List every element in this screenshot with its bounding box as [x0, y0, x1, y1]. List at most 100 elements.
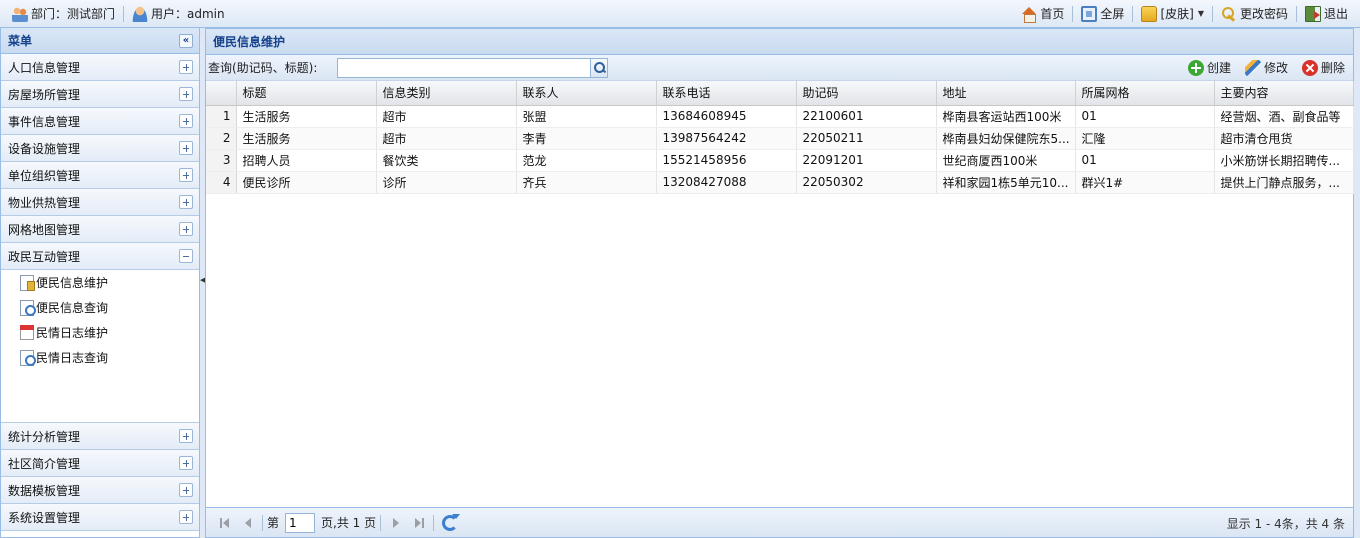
change-password-button[interactable]: 更改密码: [1215, 0, 1294, 27]
query-input[interactable]: [337, 57, 592, 78]
refresh-icon[interactable]: [442, 513, 461, 531]
menu-group-label: 网格地图管理: [8, 222, 81, 237]
table-cell: 超市: [376, 127, 517, 150]
menu-header: 菜单 «: [1, 28, 199, 54]
table-cell: 生活服务: [236, 105, 377, 128]
menu-group[interactable]: 房屋场所管理: [1, 81, 199, 108]
column-header[interactable]: 联系人: [516, 81, 657, 106]
menu-group-label: 房屋场所管理: [8, 87, 81, 102]
create-button[interactable]: 创建: [1187, 59, 1231, 76]
expand-icon[interactable]: [179, 510, 193, 524]
table-cell: 诊所: [376, 171, 517, 194]
prev-page-icon[interactable]: [239, 515, 255, 531]
expand-icon[interactable]: [179, 87, 193, 101]
menu-group[interactable]: 网格地图管理: [1, 216, 199, 243]
page-number-input[interactable]: [285, 512, 316, 533]
last-page-icon[interactable]: [410, 515, 426, 531]
table-cell: 15521458956: [656, 149, 797, 172]
column-header[interactable]: 助记码: [796, 81, 937, 106]
column-header[interactable]: 信息类别: [376, 81, 517, 106]
submenu: 便民信息维护 便民信息查询 民情日志维护 民情日志查询: [1, 270, 199, 423]
divider: [380, 514, 382, 531]
splitter-collapse-icon[interactable]: ◀: [200, 275, 205, 285]
menu-group-label: 物业供热管理: [8, 195, 81, 210]
panel-header: 便民信息维护: [206, 29, 1353, 55]
main-panel: 便民信息维护 查询(助记码、标题): 创建 修改 删除 标题 信息类别 联系人 …: [205, 28, 1354, 538]
collapse-icon[interactable]: [179, 249, 193, 263]
table-cell: 范龙: [516, 149, 657, 172]
submenu-item-log-maintain[interactable]: 民情日志维护: [1, 320, 199, 345]
table-row[interactable]: 4 便民诊所 诊所 齐兵 13208427088 22050302 祥和家园1栋…: [206, 171, 1354, 194]
menu-group[interactable]: 事件信息管理: [1, 108, 199, 135]
menu-group-label: 政民互动管理: [8, 249, 81, 264]
skin-icon: [1141, 5, 1158, 22]
chevron-down-icon: ▼: [1197, 9, 1204, 18]
fullscreen-button[interactable]: 全屏: [1075, 0, 1130, 27]
expand-icon[interactable]: [179, 222, 193, 236]
menu-group[interactable]: 设备设施管理: [1, 135, 199, 162]
document-edit-icon: [20, 274, 35, 291]
search-icon[interactable]: [591, 57, 609, 78]
panel-title: 便民信息维护: [213, 35, 286, 49]
sidebar-menu: 菜单 « 人口信息管理 房屋场所管理 事件信息管理 设备设施管理 单位组织管理 …: [0, 28, 200, 538]
next-page-icon[interactable]: [388, 515, 404, 531]
submenu-item-service-info-query[interactable]: 便民信息查询: [1, 295, 199, 320]
expand-icon[interactable]: [179, 60, 193, 74]
menu-group[interactable]: 统计分析管理: [1, 423, 199, 450]
pagination-bar: 第 页,共 1 页 显示 1 - 4条，共 4 条: [206, 507, 1353, 537]
column-header[interactable]: 所属网格: [1075, 81, 1215, 106]
submenu-item-label: 民情日志查询: [36, 351, 109, 365]
expand-icon[interactable]: [179, 168, 193, 182]
expand-icon[interactable]: [179, 195, 193, 209]
table-cell: 群兴1#: [1075, 171, 1215, 194]
column-header[interactable]: 地址: [936, 81, 1076, 106]
submenu-item-log-query[interactable]: 民情日志查询: [1, 345, 199, 370]
divider: [262, 514, 263, 531]
table-cell: 22100601: [796, 105, 937, 128]
edit-label: 修改: [1263, 61, 1288, 75]
menu-title: 菜单: [8, 34, 33, 48]
expand-icon[interactable]: [179, 429, 193, 443]
submenu-item-service-info-maintain[interactable]: 便民信息维护: [1, 270, 199, 295]
table-cell: 餐饮类: [376, 149, 517, 172]
expand-icon[interactable]: [179, 114, 193, 128]
menu-group[interactable]: 物业供热管理: [1, 189, 199, 216]
user-label: 用户：admin: [151, 7, 225, 21]
menu-group[interactable]: 单位组织管理: [1, 162, 199, 189]
menu-group[interactable]: 人口信息管理: [1, 54, 199, 81]
logout-button[interactable]: 退出: [1299, 0, 1354, 27]
table-cell: 齐兵: [516, 171, 657, 194]
fullscreen-icon: [1081, 5, 1098, 22]
table-cell: 22050302: [796, 171, 937, 194]
user-info: 用户：admin: [126, 0, 231, 27]
skin-dropdown[interactable]: [皮肤] ▼: [1135, 0, 1210, 27]
collapse-menu-button[interactable]: «: [179, 33, 193, 48]
divider: [123, 5, 125, 22]
menu-group[interactable]: 社区简介管理: [1, 450, 199, 477]
expand-icon[interactable]: [179, 483, 193, 497]
menu-group[interactable]: 系统设置管理: [1, 504, 199, 531]
first-page-icon[interactable]: [217, 515, 233, 531]
delete-button[interactable]: 删除: [1301, 59, 1345, 76]
home-label: 首页: [1040, 7, 1065, 21]
edit-button[interactable]: 修改: [1244, 59, 1288, 76]
column-header[interactable]: 主要内容: [1214, 81, 1354, 106]
column-header[interactable]: 联系电话: [656, 81, 797, 106]
menu-group[interactable]: 数据模板管理: [1, 477, 199, 504]
table-row[interactable]: 2 生活服务 超市 李青 13987564242 22050211 桦南县妇幼保…: [206, 127, 1354, 150]
table-row[interactable]: 1 生活服务 超市 张盟 13684608945 22100601 桦南县客运站…: [206, 105, 1354, 128]
home-icon: [1021, 6, 1037, 23]
add-icon: [1187, 59, 1204, 76]
top-bar: 部门：测试部门 用户：admin 首页 全屏 [皮肤] ▼ 更改密码 退出: [0, 0, 1360, 28]
table-row[interactable]: 3 招聘人员 餐饮类 范龙 15521458956 22091201 世纪商厦西…: [206, 149, 1354, 172]
table-cell: 01: [1075, 105, 1215, 128]
table-cell: 13684608945: [656, 105, 797, 128]
column-header[interactable]: 标题: [236, 81, 377, 106]
table-cell: 世纪商厦西100米: [936, 149, 1076, 172]
expand-icon[interactable]: [179, 456, 193, 470]
home-button[interactable]: 首页: [1015, 0, 1070, 27]
divider: [1072, 5, 1074, 22]
menu-group-expanded[interactable]: 政民互动管理: [1, 243, 199, 270]
table-cell: 桦南县客运站西100米: [936, 105, 1076, 128]
expand-icon[interactable]: [179, 141, 193, 155]
